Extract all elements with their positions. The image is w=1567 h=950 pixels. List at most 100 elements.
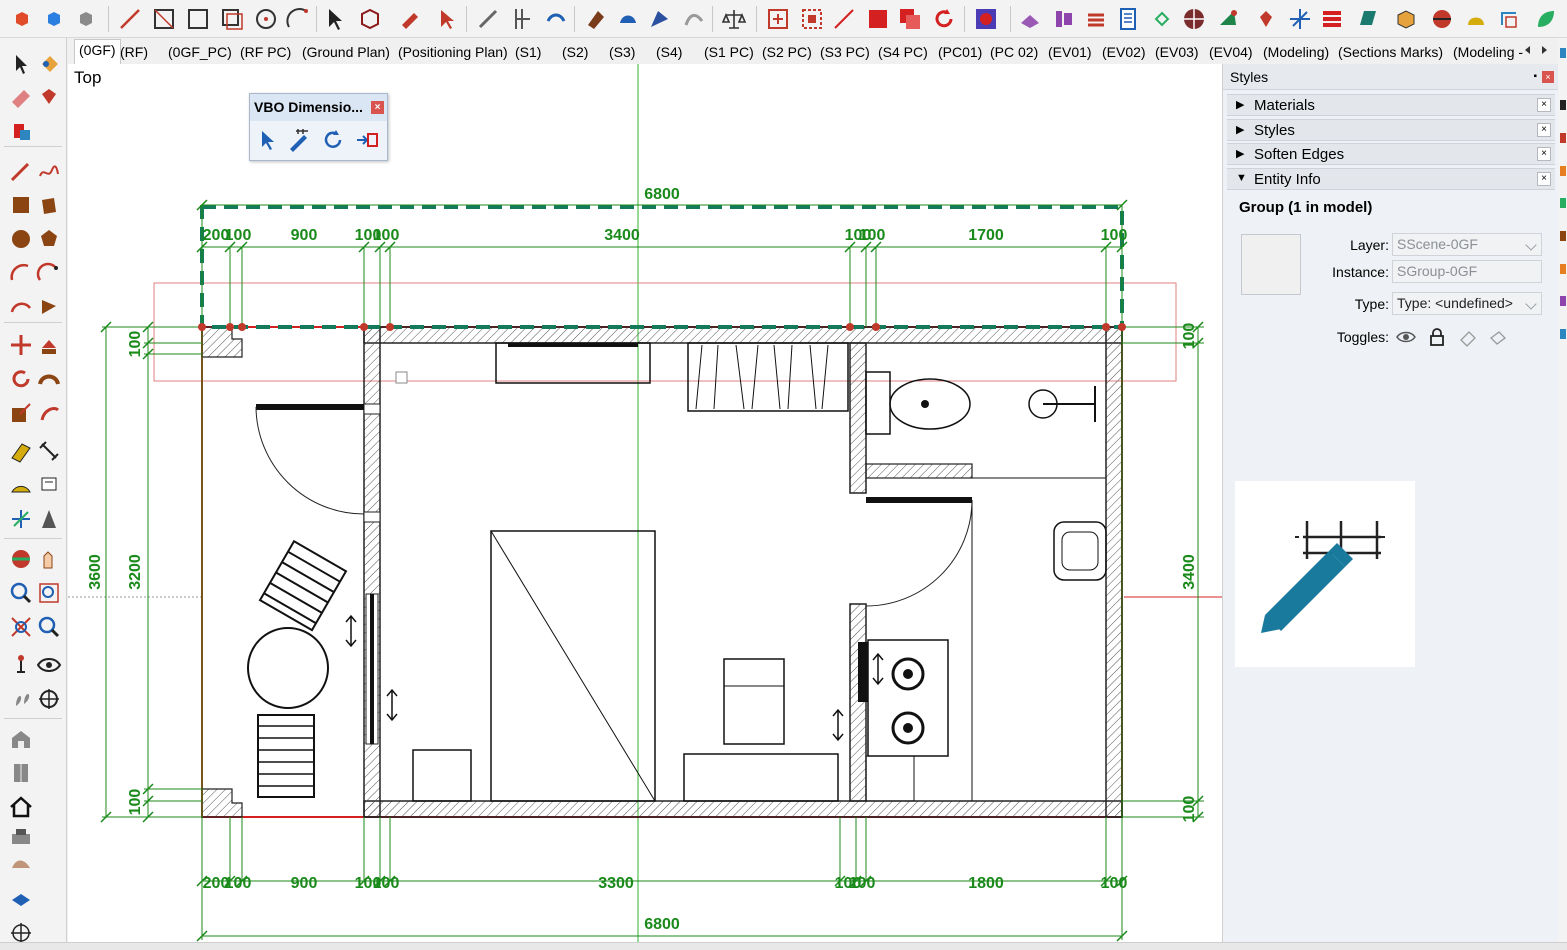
solid-tools-icon[interactable] [1354,5,1382,33]
list-red-icon[interactable] [1318,5,1346,33]
zoom-window-icon[interactable] [36,580,62,606]
tab-s1-pc[interactable]: (S1 PC) [704,42,754,62]
dimension-icon[interactable] [36,438,62,464]
close-icon[interactable]: × [1537,122,1551,137]
fill-rect-icon[interactable] [864,5,892,33]
orbit-icon[interactable] [8,546,34,572]
rotated-rect-icon[interactable] [36,192,62,218]
rotate-icon[interactable] [8,366,34,392]
tab-pc01[interactable]: (PC01) [938,42,982,62]
line-red-icon[interactable] [830,5,858,33]
document-icon[interactable] [1114,5,1142,33]
vbo-close-button[interactable]: × [371,101,384,114]
3d-text-icon[interactable] [36,506,62,532]
vbo-toolbar-title[interactable]: VBO Dimensio... [250,94,387,121]
visibility-eye-icon[interactable] [1395,326,1417,348]
tab-0gf-pc[interactable]: (0GF_PC) [168,42,232,62]
tray-section-styles[interactable]: ▶ Styles × [1227,118,1555,141]
protractor-icon[interactable] [8,472,34,498]
sandbox-icon[interactable] [8,850,34,876]
position-camera-icon[interactable] [8,652,34,678]
stack-icon[interactable] [1082,5,1110,33]
vbo-export-icon[interactable] [354,127,380,153]
rectangle-icon[interactable] [184,5,212,33]
offset-icon[interactable] [36,400,62,426]
vbo-select-icon[interactable] [256,127,282,153]
tab-s1[interactable]: (S1) [515,42,541,62]
line-tool-icon[interactable] [116,5,144,33]
tab-s3-pc[interactable]: (S3 PC) [820,42,870,62]
extension-warehouse-icon[interactable] [72,5,100,33]
lock-icon[interactable] [1426,326,1448,348]
floor-plan-drawing[interactable]: 6800200100 900 100100 3400 100100 1700 1002001… [68,64,1222,942]
close-icon[interactable]: × [1537,98,1551,112]
make-component-icon[interactable] [36,84,62,110]
tab-rf-pc[interactable]: (RF PC) [240,42,291,62]
follow-me-icon[interactable] [36,366,62,392]
sandbox-icon[interactable] [680,5,708,33]
sphere-icon[interactable] [1428,5,1456,33]
zoom-icon[interactable] [8,580,34,606]
tab-ev02[interactable]: (EV02) [1102,42,1146,62]
arc-icon[interactable] [8,260,34,286]
type-select[interactable]: Type: <undefined> [1392,292,1542,315]
layer-select[interactable]: SScene-0GF [1392,233,1542,256]
receive-shadows-icon[interactable] [1457,326,1479,348]
walk-icon[interactable] [8,686,34,712]
paint-bucket-icon[interactable] [36,52,62,78]
rectangle-tool-icon[interactable] [150,5,178,33]
tab-s3[interactable]: (S3) [609,42,635,62]
knife-icon[interactable] [474,5,502,33]
paint-icon[interactable] [542,5,570,33]
tape-measure-icon[interactable] [8,438,34,464]
arc-tool-icon[interactable] [284,5,312,33]
share-model-icon[interactable] [40,5,68,33]
axis-tool-icon[interactable] [508,5,536,33]
select-icon[interactable] [8,52,34,78]
shadow-icon[interactable] [972,5,1000,33]
section-plane-icon[interactable] [764,5,792,33]
get-models-icon[interactable] [8,5,36,33]
leaf-icon[interactable] [1532,5,1560,33]
scale-balance-icon[interactable] [720,5,748,33]
three-point-arc-icon[interactable] [8,294,34,320]
freehand-icon[interactable] [36,158,62,184]
previous-view-icon[interactable] [36,614,62,640]
material-swatch[interactable] [1241,234,1301,295]
component-icon[interactable] [356,5,384,33]
push-pull-icon[interactable] [36,332,62,358]
circle-tool-icon[interactable] [252,5,280,33]
tab-s4[interactable]: (S4) [656,42,682,62]
tray-pin-icon[interactable]: ▪ [1533,71,1537,82]
home-icon[interactable] [8,794,34,820]
layers-icon[interactable] [1016,5,1044,33]
vbo-refresh-icon[interactable] [320,127,346,153]
box-icon[interactable] [1392,5,1420,33]
axes-icon[interactable] [8,506,34,532]
close-icon[interactable]: × [1537,171,1551,186]
two-point-arc-icon[interactable] [36,260,62,286]
globe-icon[interactable] [1180,5,1208,33]
pan-icon[interactable] [36,546,62,572]
tab-sections-marks[interactable]: (Sections Marks) [1338,42,1443,62]
outliner-icon[interactable] [1050,5,1078,33]
rotated-rectangle-icon[interactable] [218,5,246,33]
tab-rf[interactable]: (RF) [120,42,148,62]
tab-modeling[interactable]: (Modeling) [1263,42,1329,62]
tab-s4-pc[interactable]: (S4 PC) [878,42,928,62]
pencil-icon[interactable] [8,158,34,184]
select-arrow-icon[interactable] [320,5,348,33]
pointer-icon[interactable] [432,5,460,33]
follow-me-icon[interactable] [614,5,642,33]
ruby-icon[interactable] [1252,5,1280,33]
refresh-icon[interactable] [930,5,958,33]
tab-ground-plan[interactable]: (Ground Plan) [302,42,390,62]
cast-shadows-icon[interactable] [1487,326,1509,348]
tab-positioning-plan[interactable]: (Positioning Plan) [398,42,508,62]
zoom-window-icon[interactable] [798,5,826,33]
geolocation-icon[interactable] [1214,5,1242,33]
scale-icon[interactable] [8,400,34,426]
book-icon[interactable] [8,760,34,786]
tab-s2-pc[interactable]: (S2 PC) [762,42,812,62]
move-icon[interactable] [8,332,34,358]
